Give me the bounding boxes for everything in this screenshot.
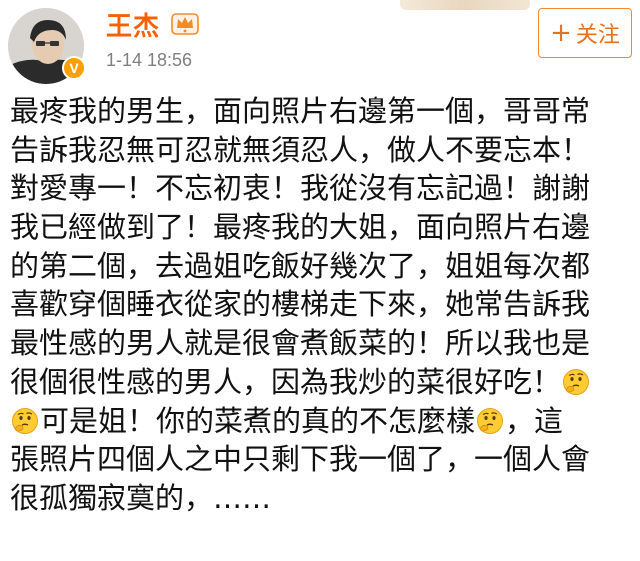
- post-line: 最疼我的男生，面向照片右邊第一個，哥哥常: [10, 94, 591, 128]
- follow-button[interactable]: + 关注: [538, 8, 632, 58]
- thinking-face-emoji-icon: [477, 407, 504, 434]
- post-line: 很個很性感的男人，因為我炒的菜很好吃！: [10, 363, 636, 402]
- verified-badge-icon: V: [62, 56, 86, 80]
- follow-label: 关注: [575, 23, 620, 48]
- post-line: 對愛專一！不忘初衷！我從沒有忘記過！謝謝: [10, 171, 591, 206]
- post-line: 張照片四個人之中只剩下我一個了，一個人會: [10, 442, 591, 477]
- vip-crown-icon: [171, 13, 199, 35]
- post-header: V 王杰 1-14 18:56 + 关注: [0, 0, 640, 86]
- post-line: 可是姐！你的菜煮的真的不怎麼樣 ，這: [10, 402, 636, 441]
- thinking-face-emoji-icon: [563, 368, 590, 395]
- post-line: 我已經做到了！最疼我的大姐，面向照片右邊: [10, 210, 591, 245]
- post-line: 的第二個，去過姐吃飯好幾次了，姐姐每次都: [10, 248, 591, 283]
- post-line: 最性感的男人就是很會煮飯菜的！所以我也是: [10, 326, 591, 361]
- post-line: 很孤獨寂寞的，……: [10, 480, 272, 515]
- decorative-banner: [400, 0, 530, 10]
- post-body: 最疼我的男生，面向照片右邊第一個，哥哥常 告訴我忍無可忍就無須忍人，做人不要忘本…: [10, 92, 636, 518]
- thinking-face-emoji-icon: [12, 407, 38, 434]
- plus-icon: +: [550, 18, 572, 48]
- post-line: 喜歡穿個睡衣從家的樓梯走下來，她常告訴我: [10, 287, 591, 322]
- username[interactable]: 王杰: [106, 6, 160, 43]
- post-timestamp: 1-14 18:56: [106, 50, 193, 70]
- post-line: 告訴我忍無可忍就無須忍人，做人不要忘本！: [10, 132, 591, 167]
